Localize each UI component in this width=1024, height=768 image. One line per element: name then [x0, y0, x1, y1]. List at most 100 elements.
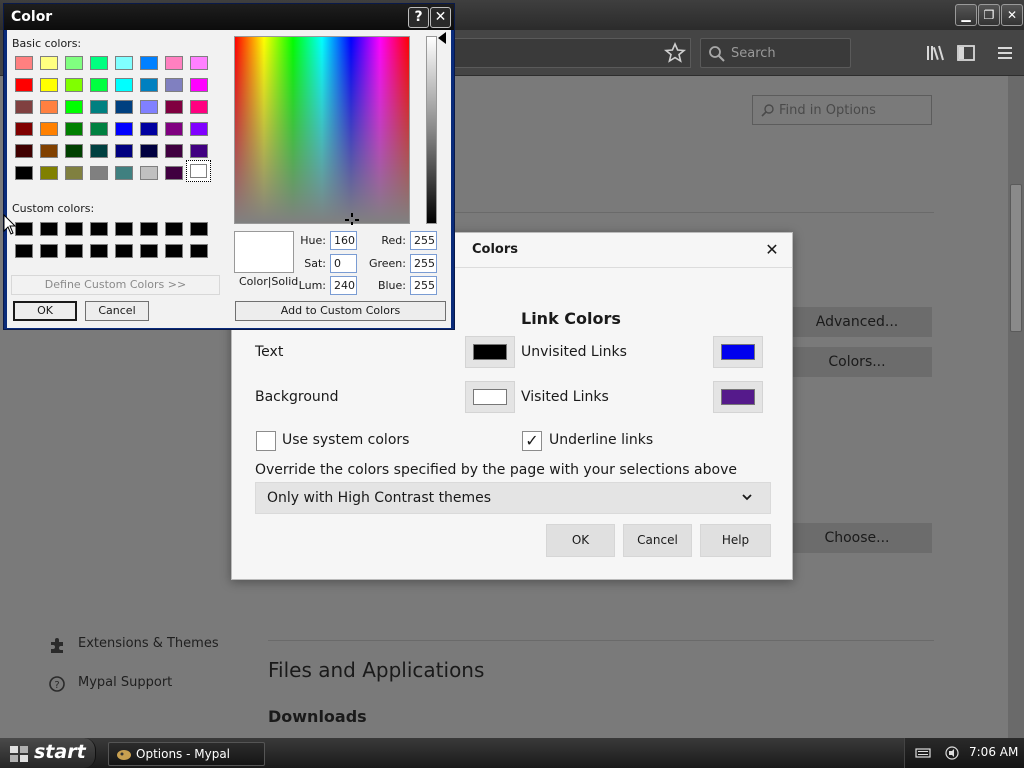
basic-color-swatch[interactable] — [115, 122, 133, 136]
basic-color-swatch[interactable] — [140, 100, 158, 114]
custom-color-swatch[interactable] — [115, 222, 133, 236]
basic-color-swatch[interactable] — [65, 100, 83, 114]
custom-color-swatch[interactable] — [65, 222, 83, 236]
blue-input[interactable]: 255 — [410, 276, 437, 295]
custom-color-swatch[interactable] — [15, 244, 33, 258]
luminosity-bar[interactable] — [426, 36, 437, 224]
custom-color-swatch[interactable] — [140, 244, 158, 258]
basic-color-swatch[interactable] — [140, 78, 158, 92]
colors-dialog-close-button[interactable]: ✕ — [762, 240, 782, 260]
basic-color-swatch[interactable] — [190, 78, 208, 92]
find-in-options-input[interactable]: Find in Options — [752, 95, 932, 125]
use-system-colors-checkbox[interactable] — [256, 431, 276, 451]
scrollbar-thumb[interactable] — [1010, 184, 1022, 332]
cancel-button[interactable]: Cancel — [623, 524, 692, 557]
color-picker-close-button[interactable]: ✕ — [430, 7, 451, 28]
color-picker-titlebar[interactable]: Color ? ✕ — [4, 4, 454, 30]
start-button[interactable]: start — [0, 738, 96, 768]
text-color-button[interactable] — [465, 336, 515, 368]
basic-color-swatch[interactable] — [15, 144, 33, 158]
custom-color-swatch[interactable] — [90, 222, 108, 236]
url-bar[interactable] — [455, 38, 691, 68]
basic-color-swatch[interactable] — [15, 122, 33, 136]
custom-color-swatch[interactable] — [65, 244, 83, 258]
ok-button[interactable]: OK — [546, 524, 615, 557]
basic-color-swatch[interactable] — [115, 78, 133, 92]
basic-color-swatch[interactable] — [90, 56, 108, 70]
basic-color-swatch[interactable] — [140, 56, 158, 70]
basic-color-swatch[interactable] — [115, 166, 133, 180]
help-button[interactable]: Help — [700, 524, 771, 557]
custom-color-swatch[interactable] — [40, 244, 58, 258]
bookmark-star-icon[interactable] — [663, 40, 687, 66]
hue-input[interactable]: 160 — [330, 231, 357, 250]
minimize-button[interactable]: ▁ — [955, 4, 977, 26]
green-input[interactable]: 255 — [410, 254, 437, 273]
custom-color-swatch[interactable] — [190, 244, 208, 258]
color-picker-ok-button[interactable]: OK — [13, 301, 77, 321]
search-input[interactable]: Search — [700, 38, 851, 68]
basic-color-swatch[interactable] — [65, 78, 83, 92]
basic-color-swatch[interactable] — [115, 56, 133, 70]
basic-color-swatch[interactable] — [165, 122, 183, 136]
basic-color-swatch[interactable] — [165, 100, 183, 114]
restore-button[interactable]: ❐ — [978, 4, 1000, 26]
override-colors-select[interactable]: Only with High Contrast themes — [255, 482, 771, 514]
basic-color-selected[interactable] — [186, 160, 211, 182]
basic-color-swatch[interactable] — [15, 166, 33, 180]
basic-color-swatch[interactable] — [40, 144, 58, 158]
basic-color-swatch[interactable] — [115, 100, 133, 114]
sidebar-toggle-icon[interactable] — [955, 42, 977, 64]
custom-color-swatch[interactable] — [165, 244, 183, 258]
basic-color-swatch[interactable] — [90, 100, 108, 114]
basic-color-swatch[interactable] — [140, 144, 158, 158]
basic-color-swatch[interactable] — [140, 166, 158, 180]
unvisited-links-color-button[interactable] — [713, 336, 763, 368]
basic-color-swatch[interactable] — [90, 122, 108, 136]
taskbar-task-mypal[interactable]: Options - Mypal — [108, 742, 265, 766]
custom-color-swatch[interactable] — [90, 244, 108, 258]
basic-color-swatch[interactable] — [190, 100, 208, 114]
custom-color-swatch[interactable] — [165, 222, 183, 236]
custom-color-swatch[interactable] — [40, 222, 58, 236]
menu-icon[interactable] — [994, 42, 1016, 64]
color-spectrum[interactable] — [234, 36, 410, 225]
basic-color-swatch[interactable] — [190, 122, 208, 136]
basic-color-swatch[interactable] — [90, 166, 108, 180]
colors-button[interactable]: Colors... — [782, 347, 932, 377]
basic-color-swatch[interactable] — [90, 144, 108, 158]
basic-color-swatch[interactable] — [165, 166, 183, 180]
basic-color-swatch[interactable] — [65, 166, 83, 180]
sidebar-item-support[interactable]: ? Mypal Support — [48, 673, 218, 695]
library-icon[interactable] — [924, 42, 946, 64]
custom-color-swatch[interactable] — [115, 244, 133, 258]
add-to-custom-colors-button[interactable]: Add to Custom Colors — [235, 301, 446, 321]
basic-color-swatch[interactable] — [15, 56, 33, 70]
basic-color-swatch[interactable] — [40, 78, 58, 92]
basic-color-swatch[interactable] — [140, 122, 158, 136]
basic-color-swatch[interactable] — [90, 78, 108, 92]
basic-color-swatch[interactable] — [165, 78, 183, 92]
color-picker-cancel-button[interactable]: Cancel — [85, 301, 149, 321]
window-close-button[interactable]: ✕ — [1001, 4, 1023, 26]
basic-color-swatch[interactable] — [40, 166, 58, 180]
sidebar-item-extensions[interactable]: Extensions & Themes — [48, 634, 219, 656]
basic-color-swatch[interactable] — [40, 122, 58, 136]
basic-color-swatch[interactable] — [65, 56, 83, 70]
basic-color-swatch[interactable] — [15, 78, 33, 92]
red-input[interactable]: 255 — [410, 231, 437, 250]
basic-color-swatch[interactable] — [190, 144, 208, 158]
basic-color-swatch[interactable] — [15, 100, 33, 114]
page-scrollbar[interactable] — [1008, 76, 1024, 738]
visited-links-color-button[interactable] — [713, 381, 763, 413]
lum-input[interactable]: 240 — [330, 276, 357, 295]
basic-color-swatch[interactable] — [65, 122, 83, 136]
sat-input[interactable]: 0 — [330, 254, 357, 273]
custom-color-swatch[interactable] — [190, 222, 208, 236]
luminosity-arrow-icon[interactable] — [438, 32, 446, 44]
basic-color-swatch[interactable] — [40, 56, 58, 70]
underline-links-checkbox[interactable]: ✓ — [522, 431, 542, 451]
custom-color-swatch[interactable] — [15, 222, 33, 236]
background-color-button[interactable] — [465, 381, 515, 413]
basic-color-swatch[interactable] — [165, 56, 183, 70]
